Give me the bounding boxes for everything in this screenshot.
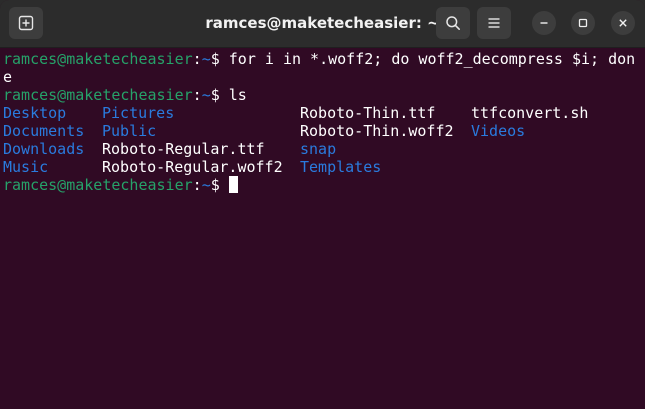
ls-entry: Roboto-Thin.ttf bbox=[300, 104, 436, 122]
maximize-icon bbox=[578, 18, 588, 28]
maximize-button[interactable] bbox=[571, 11, 595, 35]
ls-entry: Public bbox=[102, 122, 157, 140]
new-tab-icon bbox=[18, 15, 34, 31]
prompt-colon: : bbox=[192, 176, 202, 194]
prompt-symbol: $ bbox=[210, 50, 220, 68]
ls-entry: Documents bbox=[3, 122, 85, 140]
menu-button[interactable] bbox=[477, 7, 511, 39]
ls-row: Desktop Pictures Roboto-Thin.ttf ttfconv… bbox=[3, 104, 645, 122]
command-input[interactable] bbox=[220, 176, 229, 194]
text-cursor bbox=[228, 176, 238, 193]
command-line: ramces@maketecheasier:~$ for i in *.woff… bbox=[3, 50, 645, 68]
search-button[interactable] bbox=[436, 7, 470, 39]
ls-entry: snap bbox=[300, 140, 337, 158]
ls-row: Documents Public Roboto-Thin.woff2 Video… bbox=[3, 122, 645, 140]
prompt-user-host: ramces@maketecheasier bbox=[3, 86, 193, 104]
minimize-button[interactable] bbox=[532, 11, 556, 35]
ls-entry: Music bbox=[3, 158, 49, 176]
ls-entry: Roboto-Thin.woff2 bbox=[300, 122, 454, 140]
close-icon bbox=[618, 18, 628, 28]
ls-entry: ttfconvert.sh bbox=[471, 104, 589, 122]
ls-entry: Roboto-Regular.ttf bbox=[102, 140, 265, 158]
search-icon bbox=[445, 15, 461, 31]
prompt-symbol: $ bbox=[210, 176, 220, 194]
ls-row: Downloads Roboto-Regular.ttf snap bbox=[3, 140, 645, 158]
ls-entry: Videos bbox=[471, 122, 526, 140]
terminal-window: ramces@maketecheasier: ~ ramces@maketech… bbox=[0, 0, 645, 409]
current-prompt-line[interactable]: ramces@maketecheasier:~$ bbox=[3, 176, 645, 194]
close-button[interactable] bbox=[611, 11, 635, 35]
prompt-user-host: ramces@maketecheasier bbox=[3, 50, 193, 68]
prompt-path: ~ bbox=[201, 50, 211, 68]
terminal-output[interactable]: ramces@maketecheasier:~$ for i in *.woff… bbox=[0, 48, 645, 409]
ls-row: Music Roboto-Regular.woff2 Templates bbox=[3, 158, 645, 176]
prompt-colon: : bbox=[192, 50, 202, 68]
hamburger-menu-icon bbox=[487, 16, 501, 30]
prompt-colon: : bbox=[192, 86, 202, 104]
title-bar[interactable]: ramces@maketecheasier: ~ bbox=[0, 0, 645, 48]
command-line: ramces@maketecheasier:~$ ls bbox=[3, 86, 645, 104]
ls-entry: Desktop bbox=[3, 104, 67, 122]
minimize-icon bbox=[539, 18, 549, 28]
prompt-path: ~ bbox=[201, 176, 211, 194]
command-text: for i in *.woff2; do woff2_decompress $i… bbox=[219, 50, 636, 68]
prompt-symbol: $ bbox=[210, 86, 220, 104]
command-line-wrap: e bbox=[3, 68, 645, 86]
command-text: ls bbox=[219, 86, 247, 104]
ls-entry: Templates bbox=[300, 158, 382, 176]
ls-entry: Downloads bbox=[3, 140, 85, 158]
command-text-wrap: e bbox=[3, 68, 13, 86]
prompt-path: ~ bbox=[201, 86, 211, 104]
ls-entry: Roboto-Regular.woff2 bbox=[102, 158, 283, 176]
ls-entry: Pictures bbox=[102, 104, 175, 122]
prompt-user-host: ramces@maketecheasier bbox=[3, 176, 193, 194]
new-tab-button[interactable] bbox=[9, 7, 43, 39]
